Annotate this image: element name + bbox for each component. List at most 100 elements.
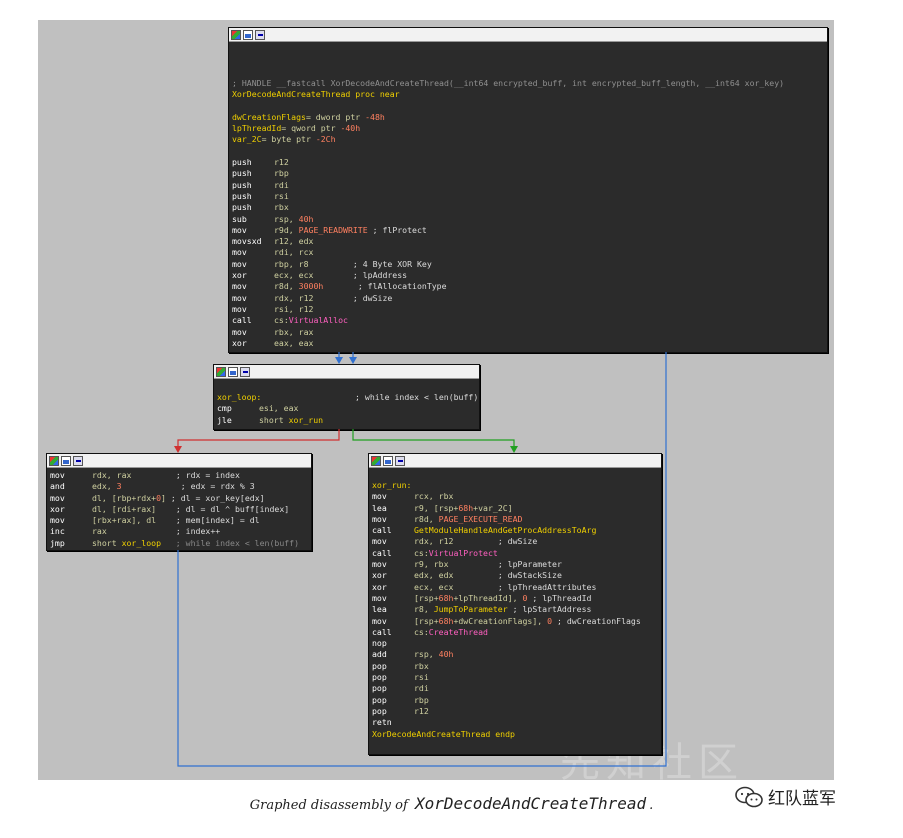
token-op: eax, eax <box>274 337 314 348</box>
code-line[interactable]: jle short xor_run <box>217 415 476 426</box>
code-line[interactable]: pop r12 <box>372 706 658 717</box>
code-line[interactable]: xor_loop: ; while index < len(buff) <box>217 392 478 403</box>
watermark-text: 红队蓝军 <box>768 789 836 809</box>
code-line[interactable]: cmp esi, eax <box>217 403 476 414</box>
code-line[interactable]: mov rbx, rax <box>232 327 824 338</box>
code-line[interactable]: mov rdi, rcx <box>232 247 824 258</box>
color-icon[interactable] <box>49 455 59 466</box>
code-line[interactable]: push rbx <box>232 202 824 213</box>
token-op: r12 <box>274 157 289 168</box>
token-op: r9, rbx <box>414 559 498 570</box>
token-op: rbx <box>414 660 429 671</box>
code-line[interactable]: mov rdx, r12 ; dwSize <box>232 293 824 304</box>
color-icon[interactable] <box>231 29 241 40</box>
code-line[interactable]: lea r8, JumpToParameter ; lpStartAddress <box>372 604 658 615</box>
token-lbl: xor_loop: <box>217 392 262 402</box>
graph-icon[interactable] <box>243 29 253 40</box>
token-mn: push <box>232 157 252 168</box>
node-xor-loop[interactable]: xor_loop: ; while index < len(buff) cmp es… <box>213 364 480 430</box>
code-line[interactable]: mov rsi, r12 <box>232 304 824 315</box>
code-line[interactable]: lpThreadId= qword ptr -40h <box>232 123 824 134</box>
code-line[interactable]: and edx, 3 ; edx = rdx % 3 <box>50 481 308 492</box>
code-line[interactable]: XorDecodeAndCreateThread endp <box>372 729 658 740</box>
token-cmt: ; rdx = index <box>175 470 240 480</box>
token-num: 68h <box>438 615 454 626</box>
code-line[interactable]: movsxd r12, edx <box>232 236 824 247</box>
code-line[interactable]: mov rdx, r12 ; dwSize <box>372 536 658 547</box>
node-loop-body[interactable]: mov rdx, rax ; rdx = index and edx, 3 ; edx… <box>46 453 312 551</box>
code-line[interactable]: call GetModuleHandleAndGetProcAddressToAr… <box>372 525 658 536</box>
code-line[interactable]: retn <box>372 717 658 728</box>
code-line[interactable]: var_2C= byte ptr -2Ch <box>232 134 824 145</box>
code-line[interactable]: xor dl, [rdi+rax] ; dl = dl ^ buff[index] <box>50 504 308 515</box>
color-icon[interactable] <box>371 455 381 466</box>
code-line[interactable]: sub rsp, 40h <box>232 214 824 225</box>
code-line[interactable]: jmp short xor_loop ; while index < len(bu… <box>50 538 308 549</box>
token-lbl2: JumpToParameter <box>433 604 508 615</box>
token-cmt: ; lpThreadId <box>527 592 592 603</box>
rename-icon[interactable] <box>240 366 250 377</box>
code-line[interactable] <box>232 146 824 157</box>
token-op: short <box>259 414 289 425</box>
code-line[interactable]: xor eax, eax <box>232 338 824 349</box>
token-op2: +lpThreadId], <box>453 592 523 603</box>
code-line[interactable]: xor_run: <box>372 480 658 491</box>
token-mn: call <box>232 315 252 326</box>
code-line[interactable]: mov [rbx+rax], dl ; mem[index] = dl <box>50 515 308 526</box>
graph-icon[interactable] <box>228 366 238 377</box>
code-line[interactable]: mov r8d, 3000h ; flAllocationType <box>232 281 824 292</box>
graph-icon[interactable] <box>383 455 393 466</box>
code-line[interactable]: call cs:VirtualAlloc <box>232 315 824 326</box>
code-line[interactable]: mov rbp, r8 ; 4 Byte XOR Key <box>232 259 824 270</box>
token-mn: jle <box>217 414 232 425</box>
code-line[interactable]: dwCreationFlags= dword ptr -48h <box>232 112 824 123</box>
code-line[interactable]: pop rbx <box>372 661 658 672</box>
color-icon[interactable] <box>216 366 226 377</box>
code-line[interactable]: mov rcx, rbx <box>372 491 658 502</box>
code-line[interactable]: push rsi <box>232 191 824 202</box>
node-xor-run[interactable]: xor_run: mov rcx, rbx lea r9, [rsp+68h+var_2… <box>368 453 662 755</box>
code-line[interactable]: mov [rsp+68h+dwCreationFlags], 0 ; dwCrea… <box>372 616 658 627</box>
token-lbl2: xor_run <box>288 414 324 425</box>
code-line[interactable]: pop rsi <box>372 672 658 683</box>
code-line[interactable]: call cs:VirtualProtect <box>372 548 658 559</box>
code-line[interactable]: lea r9, [rsp+68h+var_2C] <box>372 503 658 514</box>
code-line[interactable]: push rdi <box>232 180 824 191</box>
code-line[interactable]: mov r9, rbx ; lpParameter <box>372 559 658 570</box>
rename-icon[interactable] <box>255 29 265 40</box>
code-line[interactable]: push rbp <box>232 168 824 179</box>
code-line[interactable]: mov rdx, rax ; rdx = index <box>50 470 308 481</box>
rename-icon[interactable] <box>395 455 405 466</box>
code-line[interactable]: XorDecodeAndCreateThread proc near <box>232 89 824 100</box>
code-line[interactable]: mov r8d, PAGE_EXECUTE_READ <box>372 514 658 525</box>
token-cmt: ; flProtect <box>367 224 427 235</box>
token-op: rdi <box>274 179 289 190</box>
code-line[interactable]: pop rdi <box>372 683 658 694</box>
code-line[interactable] <box>232 101 824 112</box>
rename-icon[interactable] <box>73 455 83 466</box>
code-line[interactable]: push r12 <box>232 157 824 168</box>
code-line[interactable]: xor ecx, ecx ; lpThreadAttributes <box>372 582 658 593</box>
token-cmt: ; dwSize <box>497 536 538 547</box>
token-op: cs: <box>274 315 289 326</box>
token-op: [rsp+ <box>414 592 439 603</box>
code-line[interactable]: xor edx, edx ; dwStackSize <box>372 570 658 581</box>
token-mn: mov <box>372 592 387 603</box>
code-line[interactable]: mov r9d, PAGE_READWRITE ; flProtect <box>232 225 824 236</box>
token-mn: xor <box>50 503 65 514</box>
code-line[interactable]: mov dl, [rbp+rdx+0] ; dl = xor_key[edx] <box>50 493 308 504</box>
token-op: rbp, r8 <box>274 258 353 269</box>
code-line[interactable]: mov [rsp+68h+lpThreadId], 0 ; lpThreadId <box>372 593 658 604</box>
graph-icon[interactable] <box>61 455 71 466</box>
code-line[interactable]: add rsp, 40h <box>372 649 658 660</box>
code-line[interactable]: xor ecx, ecx ; lpAddress <box>232 270 824 281</box>
code-line[interactable]: pop rbp <box>372 695 658 706</box>
code-line[interactable]: ; HANDLE __fastcall XorDecodeAndCreateTh… <box>232 78 824 89</box>
token-cmt: ; dwCreationFlags <box>552 615 641 626</box>
token-op2: +var_2C] <box>473 502 513 513</box>
code-line[interactable]: call cs:CreateThread <box>372 627 658 638</box>
code-line[interactable]: nop <box>372 638 658 649</box>
token-mn: mov <box>232 326 247 337</box>
code-line[interactable]: inc rax ; index++ <box>50 526 308 537</box>
node-entry-block[interactable]: ; HANDLE __fastcall XorDecodeAndCreateTh… <box>228 27 828 353</box>
